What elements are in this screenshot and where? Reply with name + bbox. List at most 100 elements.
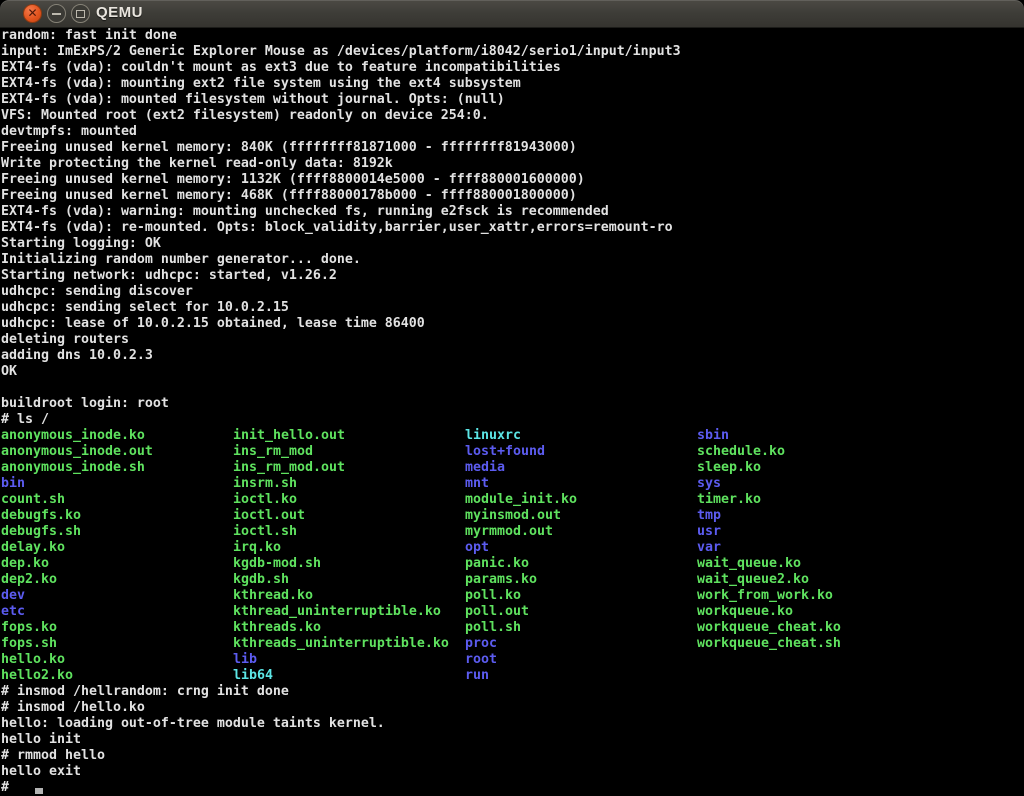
ls-entry: workqueue_cheat.sh bbox=[697, 636, 841, 652]
terminal-line: Starting logging: OK bbox=[0, 236, 1024, 252]
terminal-line: # insmod /hellrandom: crng init done bbox=[0, 684, 1024, 700]
ls-entry: mnt bbox=[465, 476, 489, 492]
ls-entry: myinsmod.out bbox=[465, 508, 561, 524]
terminal-line: hello init bbox=[0, 732, 1024, 748]
ls-entry: wait_queue2.ko bbox=[697, 572, 809, 588]
minimize-icon bbox=[52, 13, 61, 15]
ls-entry: run bbox=[465, 668, 489, 684]
ls-entry: delay.ko bbox=[1, 540, 65, 556]
ls-entry: var bbox=[697, 540, 721, 556]
terminal-line: EXT4-fs (vda): mounting ext2 file system… bbox=[0, 76, 1024, 92]
terminal-line: EXT4-fs (vda): warning: mounting uncheck… bbox=[0, 204, 1024, 220]
terminal-line: udhcpc: lease of 10.0.2.15 obtained, lea… bbox=[0, 316, 1024, 332]
ls-entry: schedule.ko bbox=[697, 444, 785, 460]
ls-entry: opt bbox=[465, 540, 489, 556]
ls-entry: ioctl.out bbox=[233, 508, 305, 524]
ls-entry: linuxrc bbox=[465, 428, 521, 444]
terminal-screen[interactable]: random: fast init doneinput: ImExPS/2 Ge… bbox=[0, 28, 1024, 796]
terminal-line: VFS: Mounted root (ext2 filesystem) read… bbox=[0, 108, 1024, 124]
terminal-line: input: ImExPS/2 Generic Explorer Mouse a… bbox=[0, 44, 1024, 60]
terminal-line: delay.ko irq.ko opt var bbox=[0, 540, 1024, 556]
ls-entry: count.sh bbox=[1, 492, 65, 508]
ls-entry: work_from_work.ko bbox=[697, 588, 833, 604]
terminal-line: Starting network: udhcpc: started, v1.26… bbox=[0, 268, 1024, 284]
qemu-window: ✕ QEMU random: fast init doneinput: ImEx… bbox=[0, 0, 1024, 796]
ls-entry: usr bbox=[697, 524, 721, 540]
ls-entry: kthread_uninterruptible.ko bbox=[233, 604, 441, 620]
terminal-line bbox=[0, 380, 1024, 396]
terminal-line: anonymous_inode.shins_rm_mod.outmediasle… bbox=[0, 460, 1024, 476]
terminal-line: # ls / bbox=[0, 412, 1024, 428]
ls-entry: kgdb-mod.sh bbox=[233, 556, 321, 572]
ls-entry: ioctl.ko bbox=[233, 492, 297, 508]
terminal-line: fops.kokthreads.kopoll.shworkqueue_cheat… bbox=[0, 620, 1024, 636]
ls-entry: myrmmod.out bbox=[465, 524, 553, 540]
terminal-line: Freeing unused kernel memory: 1132K (fff… bbox=[0, 172, 1024, 188]
ls-entry: poll.out bbox=[465, 604, 529, 620]
terminal-line: Initializing random number generator... … bbox=[0, 252, 1024, 268]
terminal-cursor bbox=[35, 788, 43, 794]
terminal-line: deleting routers bbox=[0, 332, 1024, 348]
terminal-line: hello exit bbox=[0, 764, 1024, 780]
ls-entry: poll.ko bbox=[465, 588, 521, 604]
terminal-line: anonymous_inode.ko init_hello.out linuxrc s… bbox=[0, 428, 1024, 444]
terminal-line: OK bbox=[0, 364, 1024, 380]
ls-entry: fops.sh bbox=[1, 636, 57, 652]
ls-entry: workqueue_cheat.ko bbox=[697, 620, 841, 636]
terminal-line: fops.shkthreads_uninterruptible.koprocwo… bbox=[0, 636, 1024, 652]
ls-entry: dep.ko bbox=[1, 556, 49, 572]
ls-entry: irq.ko bbox=[233, 540, 281, 556]
terminal-line: # bbox=[0, 780, 1024, 796]
ls-entry: params.ko bbox=[465, 572, 537, 588]
terminal-line: hello: loading out-of-tree module taints… bbox=[0, 716, 1024, 732]
ls-entry: insrm.sh bbox=[233, 476, 297, 492]
ls-entry: panic.ko bbox=[465, 556, 529, 572]
maximize-icon bbox=[76, 10, 85, 18]
ls-entry: lib bbox=[233, 652, 257, 668]
ls-entry: workqueue.ko bbox=[697, 604, 793, 620]
terminal-line: EXT4-fs (vda): couldn't mount as ext3 du… bbox=[0, 60, 1024, 76]
terminal-line: adding dns 10.0.2.3 bbox=[0, 348, 1024, 364]
window-title: QEMU bbox=[96, 4, 143, 21]
terminal-line: Freeing unused kernel memory: 468K (ffff… bbox=[0, 188, 1024, 204]
ls-entry: sleep.ko bbox=[697, 460, 761, 476]
titlebar[interactable]: ✕ QEMU bbox=[0, 0, 1024, 28]
ls-entry: lost+found bbox=[465, 444, 545, 460]
terminal-line: # insmod /hello.ko bbox=[0, 700, 1024, 716]
ls-entry: ioctl.sh bbox=[233, 524, 297, 540]
ls-entry: timer.ko bbox=[697, 492, 761, 508]
terminal-line: count.sh ioctl.ko module_init.ko timer.ko bbox=[0, 492, 1024, 508]
close-button[interactable]: ✕ bbox=[23, 4, 42, 23]
ls-entry: kthreads.ko bbox=[233, 620, 321, 636]
terminal-line: anonymous_inode.outins_rm_modlost+founds… bbox=[0, 444, 1024, 460]
ls-entry: hello2.ko bbox=[1, 668, 73, 684]
terminal-line: buildroot login: root bbox=[0, 396, 1024, 412]
terminal-line: # rmmod hello bbox=[0, 748, 1024, 764]
terminal-line: Write protecting the kernel read-only da… bbox=[0, 156, 1024, 172]
terminal-line: debugfs.shioctl.shmyrmmod.outusr bbox=[0, 524, 1024, 540]
terminal-line: random: fast init done bbox=[0, 28, 1024, 44]
terminal-line: debugfs.ko ioctl.out myinsmod.out tmp bbox=[0, 508, 1024, 524]
ls-entry: sbin bbox=[697, 428, 729, 444]
ls-entry: root bbox=[465, 652, 497, 668]
ls-entry: tmp bbox=[697, 508, 721, 524]
terminal-line: EXT4-fs (vda): mounted filesystem withou… bbox=[0, 92, 1024, 108]
ls-entry: anonymous_inode.ko bbox=[1, 428, 145, 444]
terminal-line: Freeing unused kernel memory: 840K (ffff… bbox=[0, 140, 1024, 156]
ls-entry: sys bbox=[697, 476, 721, 492]
ls-entry: kgdb.sh bbox=[233, 572, 289, 588]
terminal-line: dep2.kokgdb.shparams.kowait_queue2.ko bbox=[0, 572, 1024, 588]
ls-entry: ins_rm_mod bbox=[233, 444, 313, 460]
ls-entry: kthread.ko bbox=[233, 588, 313, 604]
close-icon: ✕ bbox=[27, 7, 37, 19]
ls-entry: module_init.ko bbox=[465, 492, 577, 508]
terminal-line: hello.kolibroot bbox=[0, 652, 1024, 668]
terminal-line: devkthread.kopoll.kowork_from_work.ko bbox=[0, 588, 1024, 604]
terminal-line: devtmpfs: mounted bbox=[0, 124, 1024, 140]
minimize-button[interactable] bbox=[47, 4, 66, 23]
ls-entry: lib64 bbox=[233, 668, 273, 684]
ls-entry: init_hello.out bbox=[233, 428, 345, 444]
ls-entry: ins_rm_mod.out bbox=[233, 460, 345, 476]
maximize-button[interactable] bbox=[71, 4, 90, 23]
ls-entry: debugfs.ko bbox=[1, 508, 81, 524]
